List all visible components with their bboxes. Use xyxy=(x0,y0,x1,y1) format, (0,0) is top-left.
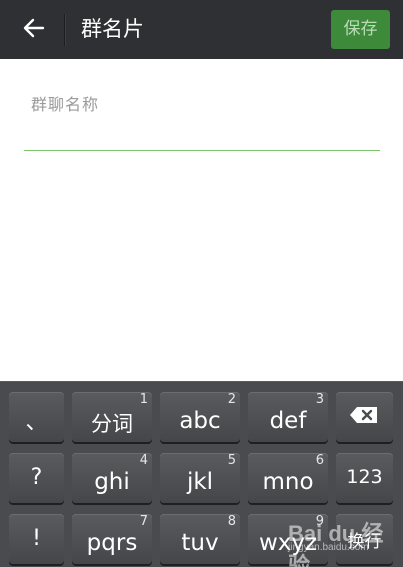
backspace-key[interactable] xyxy=(336,392,393,442)
save-button[interactable]: 保存 xyxy=(331,10,390,49)
key-punctuation-comma[interactable]: 、 xyxy=(9,392,64,442)
page-title: 群名片 xyxy=(81,17,144,41)
keyboard: 、 1 分词 2 abc 3 def ? 4 ghi 5 jkl 6 mno 1… xyxy=(0,381,403,567)
key-7-pqrs[interactable]: 7 pqrs xyxy=(72,514,152,564)
back-button[interactable] xyxy=(16,12,52,48)
arrow-left-icon xyxy=(22,16,46,44)
key-2-abc[interactable]: 2 abc xyxy=(160,392,240,442)
key-8-tuv[interactable]: 8 tuv xyxy=(160,514,240,564)
title-divider xyxy=(64,14,65,46)
key-5-jkl[interactable]: 5 jkl xyxy=(160,453,240,503)
key-3-def[interactable]: 3 def xyxy=(248,392,328,442)
key-4-ghi[interactable]: 4 ghi xyxy=(72,453,152,503)
group-name-input[interactable] xyxy=(24,89,380,151)
content-area: 群聊名称 xyxy=(0,59,403,381)
key-123-mode[interactable]: 123 xyxy=(336,453,393,503)
title-bar: 群名片 保存 xyxy=(0,0,403,59)
key-newline[interactable]: 换行 xyxy=(336,514,393,564)
key-1-segment[interactable]: 1 分词 xyxy=(72,392,152,442)
key-exclamation[interactable]: ! xyxy=(9,514,64,564)
key-9-wxyz[interactable]: 9 wxyz xyxy=(248,514,328,564)
key-question[interactable]: ? xyxy=(9,453,64,503)
key-6-mno[interactable]: 6 mno xyxy=(248,453,328,503)
screen: 群名片 保存 群聊名称 、 1 分词 2 abc 3 def ? 4 ghi 5… xyxy=(0,0,403,567)
